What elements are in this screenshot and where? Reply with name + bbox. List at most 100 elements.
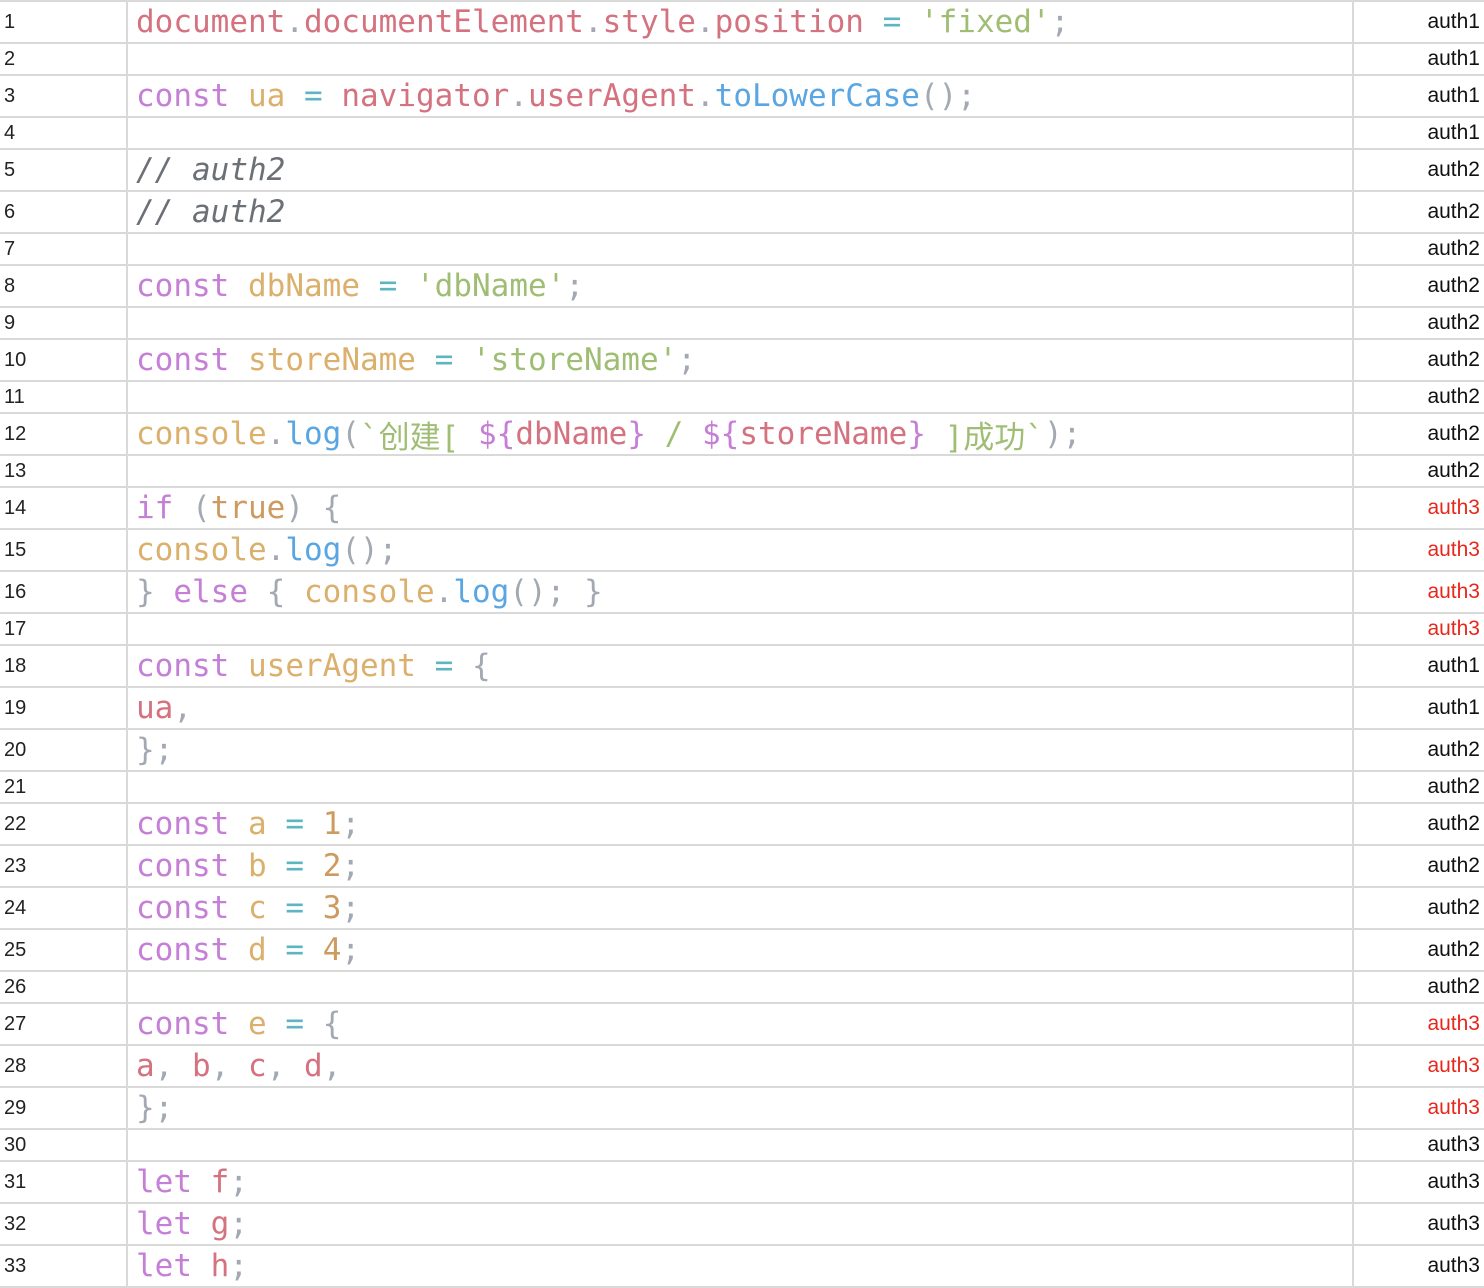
code-line[interactable]: let h;: [128, 1246, 1354, 1286]
code-line[interactable]: if (true) {: [128, 488, 1354, 528]
table-row[interactable]: 23 const b = 2; auth2: [0, 846, 1484, 888]
table-row[interactable]: 28 a, b, c, d, auth3: [0, 1046, 1484, 1088]
code-line[interactable]: // auth2: [128, 192, 1354, 232]
table-row[interactable]: 18 const userAgent = {auth1: [0, 646, 1484, 688]
code-line[interactable]: const c = 3;: [128, 888, 1354, 928]
code-token: .: [266, 416, 286, 452]
table-row[interactable]: 9 auth2: [0, 308, 1484, 340]
code-token: const: [136, 890, 230, 926]
code-line[interactable]: // auth2: [128, 150, 1354, 190]
table-row[interactable]: 17 auth3: [0, 614, 1484, 646]
table-row[interactable]: 6// auth2 auth2: [0, 192, 1484, 234]
code-token: .: [509, 78, 528, 114]
table-row[interactable]: 3 const ua = navigator. userAgent. toLowerC…: [0, 76, 1484, 118]
author-label: auth3: [1427, 1170, 1480, 1193]
code-line[interactable]: } else { console. log (); }: [128, 572, 1354, 612]
code-token: ,: [173, 690, 192, 726]
code-line[interactable]: const a = 1;: [128, 804, 1354, 844]
code-line[interactable]: let g;: [128, 1204, 1354, 1244]
author-label: auth2: [1427, 975, 1480, 998]
code-line[interactable]: const d = 4;: [128, 930, 1354, 970]
code-token: =: [285, 890, 305, 926]
code-line[interactable]: ua,: [128, 688, 1354, 728]
code-line[interactable]: [128, 1130, 1354, 1160]
code-line[interactable]: [128, 44, 1354, 74]
table-row[interactable]: 4 auth1: [0, 118, 1484, 150]
code-token: true: [210, 490, 286, 526]
table-row[interactable]: 27 const e = {auth3: [0, 1004, 1484, 1046]
author-label: auth3: [1427, 580, 1480, 603]
table-row[interactable]: 32 let g; auth3: [0, 1204, 1484, 1246]
code-line[interactable]: document. documentElement. style. position …: [128, 2, 1354, 42]
code-line[interactable]: [128, 118, 1354, 148]
code-line[interactable]: const b = 2;: [128, 846, 1354, 886]
code-token: log: [453, 574, 510, 610]
code-line[interactable]: [128, 456, 1354, 486]
author-label: auth2: [1427, 158, 1480, 181]
code-line[interactable]: [128, 614, 1354, 644]
table-row[interactable]: 10 const storeName = 'storeName'; auth2: [0, 340, 1484, 382]
code-line[interactable]: console. log ();: [128, 530, 1354, 570]
table-row[interactable]: 26 auth2: [0, 972, 1484, 1004]
code-token: ;: [341, 932, 361, 968]
line-number: 26: [0, 972, 128, 1002]
table-row[interactable]: 14 if (true) {auth3: [0, 488, 1484, 530]
code-line[interactable]: [128, 382, 1354, 412]
code-line[interactable]: [128, 308, 1354, 338]
table-row[interactable]: 19 ua, auth1: [0, 688, 1484, 730]
code-token: const: [136, 342, 230, 378]
table-row[interactable]: 22 const a = 1; auth2: [0, 804, 1484, 846]
author-label: auth2: [1427, 311, 1480, 334]
code-line[interactable]: const dbName = 'dbName';: [128, 266, 1354, 306]
table-row[interactable]: 31 let f; auth3: [0, 1162, 1484, 1204]
table-row[interactable]: 29}; auth3: [0, 1088, 1484, 1130]
table-row[interactable]: 13 auth2: [0, 456, 1484, 488]
table-row[interactable]: 24 const c = 3; auth2: [0, 888, 1484, 930]
code-line[interactable]: };: [128, 730, 1354, 770]
table-row[interactable]: 30 auth3: [0, 1130, 1484, 1162]
code-token: }: [584, 574, 603, 610]
table-row[interactable]: 1 document. documentElement. style. position…: [0, 2, 1484, 44]
code-token: ,: [154, 1048, 174, 1084]
code-token: const: [136, 806, 230, 842]
table-row[interactable]: 7 auth2: [0, 234, 1484, 266]
code-line[interactable]: a, b, c, d,: [128, 1046, 1354, 1086]
code-line[interactable]: };: [128, 1088, 1354, 1128]
code-line[interactable]: [128, 234, 1354, 264]
line-number: 16: [0, 572, 128, 612]
table-row[interactable]: 20}; auth2: [0, 730, 1484, 772]
table-row[interactable]: 5// auth2 auth2: [0, 150, 1484, 192]
table-row[interactable]: 16} else { console. log (); } auth3: [0, 572, 1484, 614]
line-number: 1: [0, 2, 128, 42]
table-row[interactable]: 15 console. log (); auth3: [0, 530, 1484, 572]
code-line[interactable]: [128, 972, 1354, 1002]
code-line[interactable]: let f;: [128, 1162, 1354, 1202]
table-row[interactable]: 25 const d = 4; auth2: [0, 930, 1484, 972]
code-token: ;: [677, 342, 696, 378]
code-line[interactable]: const e = {: [128, 1004, 1354, 1044]
code-line[interactable]: const storeName = 'storeName';: [128, 340, 1354, 380]
table-row[interactable]: 2 auth1: [0, 44, 1484, 76]
code-token: dbName: [515, 416, 628, 452]
code-line[interactable]: [128, 772, 1354, 802]
code-token: const: [136, 1006, 230, 1042]
table-row[interactable]: 21 auth2: [0, 772, 1484, 804]
code-line[interactable]: const ua = navigator. userAgent. toLowerCa…: [128, 76, 1354, 116]
table-row[interactable]: 12 console. log(`创建[ ${dbName} / ${storeNa…: [0, 414, 1484, 456]
author-label: auth3: [1427, 1254, 1480, 1277]
author-label: auth2: [1427, 775, 1480, 798]
author-label: auth2: [1427, 200, 1480, 223]
code-line[interactable]: console. log(`创建[ ${dbName} / ${storeName…: [128, 414, 1354, 454]
code-token: console: [136, 532, 267, 568]
table-row[interactable]: 11 auth2: [0, 382, 1484, 414]
code-line[interactable]: const userAgent = {: [128, 646, 1354, 686]
code-token: =: [434, 342, 454, 378]
code-token: };: [136, 732, 174, 768]
table-row[interactable]: 8 const dbName = 'dbName'; auth2: [0, 266, 1484, 308]
line-number: 7: [0, 234, 128, 264]
table-row[interactable]: 33 let h; auth3: [0, 1246, 1484, 1288]
